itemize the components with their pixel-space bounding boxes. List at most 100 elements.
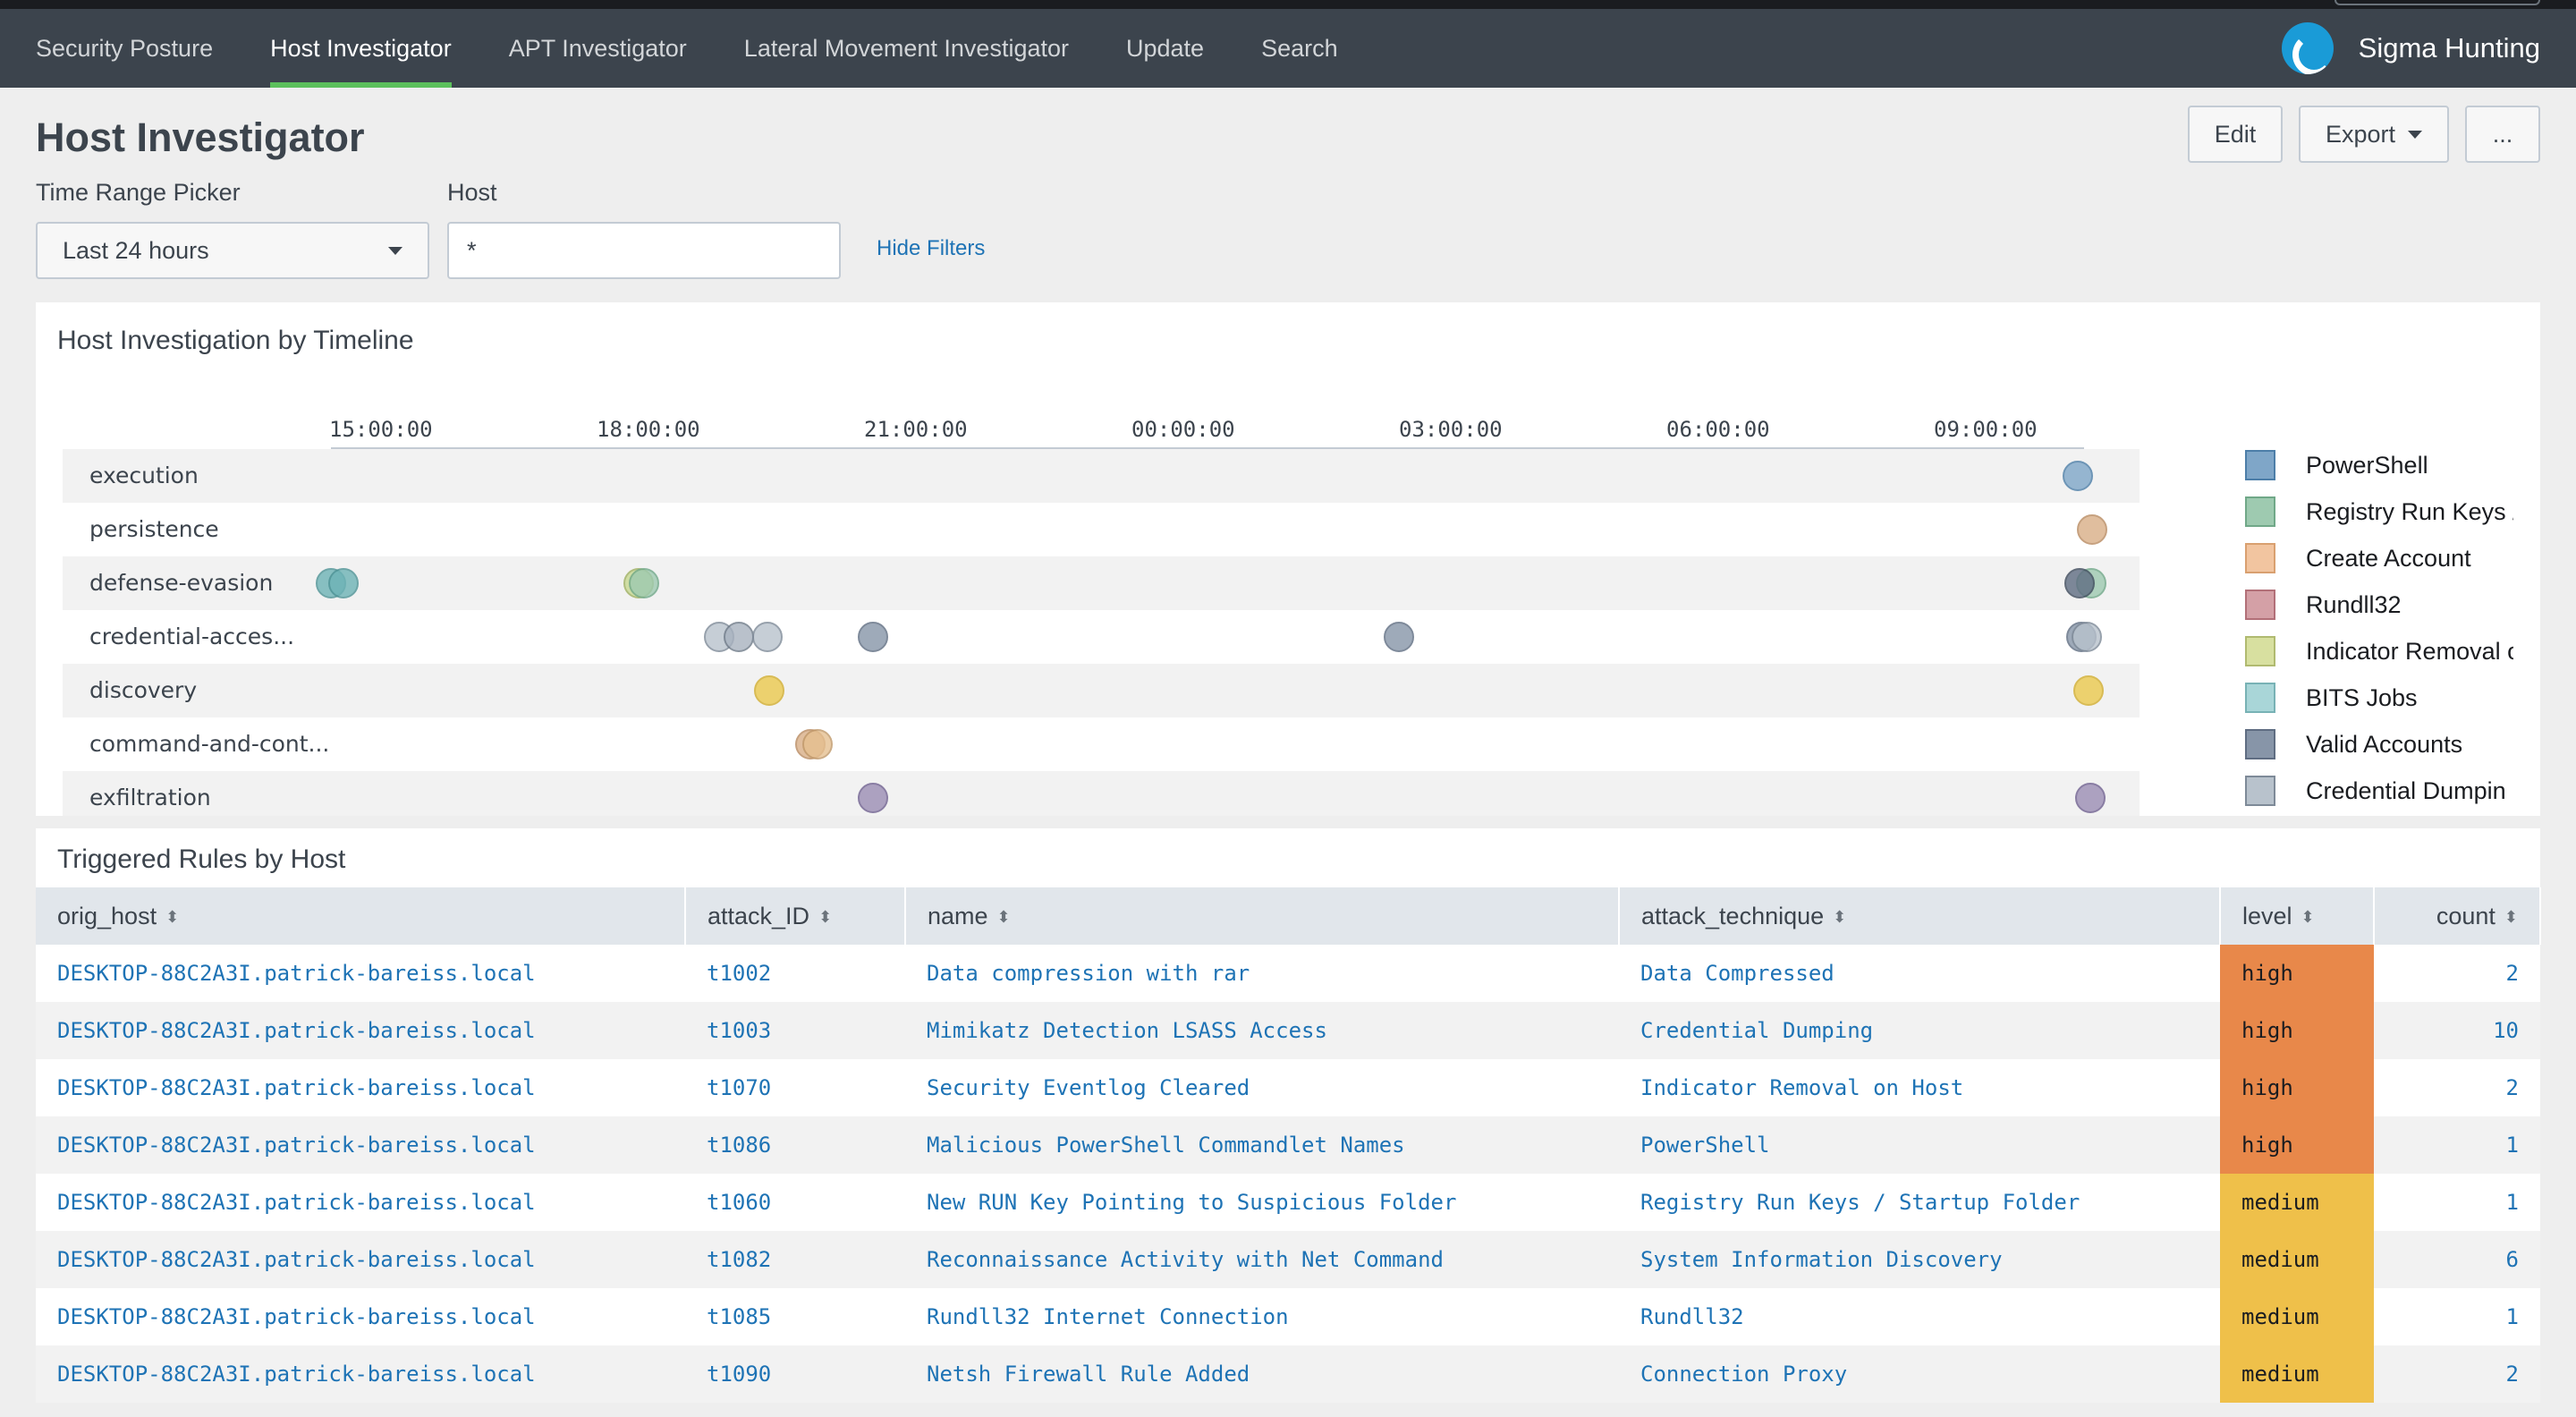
event-dot[interactable]: [2063, 461, 2093, 491]
column-header-attack-id[interactable]: attack_ID ⬍: [685, 887, 906, 945]
hide-filters-link[interactable]: Hide Filters: [877, 236, 985, 261]
cell-attack-technique[interactable]: Indicator Removal on Host: [1619, 1059, 2220, 1116]
cell-orig-host[interactable]: DESKTOP-88C2A3I.patrick-bareiss.local: [36, 945, 685, 1002]
cell-attack-id[interactable]: t1085: [685, 1288, 905, 1345]
column-header-attack-technique[interactable]: attack_technique ⬍: [1619, 887, 2221, 945]
cell-attack-technique[interactable]: Registry Run Keys / Startup Folder: [1619, 1174, 2220, 1231]
table-row: DESKTOP-88C2A3I.patrick-bareiss.local t1…: [36, 1059, 2540, 1116]
host-input[interactable]: *: [447, 222, 841, 279]
event-dot[interactable]: [2077, 514, 2107, 545]
cell-attack-technique[interactable]: System Information Discovery: [1619, 1231, 2220, 1288]
column-header-name[interactable]: name ⬍: [905, 887, 1620, 945]
legend-item-credential-dumping[interactable]: Credential Dumpin: [2245, 773, 2513, 809]
event-dot[interactable]: [858, 783, 888, 813]
cell-attack-id[interactable]: t1090: [685, 1345, 905, 1403]
cell-name[interactable]: Malicious PowerShell Commandlet Names: [905, 1116, 1619, 1174]
timeline-row-label: defense-evasion: [89, 570, 274, 596]
cell-level[interactable]: medium: [2220, 1345, 2374, 1403]
event-dot[interactable]: [328, 568, 359, 598]
cell-orig-host[interactable]: DESKTOP-88C2A3I.patrick-bareiss.local: [36, 1116, 685, 1174]
column-header-count[interactable]: count ⬍: [2374, 887, 2541, 945]
cell-name[interactable]: New RUN Key Pointing to Suspicious Folde…: [905, 1174, 1619, 1231]
event-dot[interactable]: [2072, 622, 2102, 652]
nav-search[interactable]: Search: [1233, 9, 1367, 88]
cell-attack-technique[interactable]: Data Compressed: [1619, 945, 2220, 1002]
cell-count[interactable]: 2: [2374, 1345, 2540, 1403]
cell-attack-technique[interactable]: Connection Proxy: [1619, 1345, 2220, 1403]
cell-orig-host[interactable]: DESKTOP-88C2A3I.patrick-bareiss.local: [36, 1345, 685, 1403]
timeline-row-persistence: persistence: [63, 503, 2140, 556]
column-header-level[interactable]: level ⬍: [2220, 887, 2375, 945]
more-actions-button[interactable]: ...: [2465, 106, 2540, 163]
legend-item-valid-accounts[interactable]: Valid Accounts: [2245, 726, 2513, 762]
cell-level[interactable]: medium: [2220, 1231, 2374, 1288]
cell-attack-technique[interactable]: Rundll32: [1619, 1288, 2220, 1345]
legend-item-create-account[interactable]: Create Account: [2245, 540, 2513, 576]
event-dot[interactable]: [802, 729, 833, 759]
cell-orig-host[interactable]: DESKTOP-88C2A3I.patrick-bareiss.local: [36, 1231, 685, 1288]
legend-item-bits-jobs[interactable]: BITS Jobs: [2245, 680, 2513, 716]
cell-level[interactable]: high: [2220, 1002, 2374, 1059]
legend-item-registry-run-keys[interactable]: Registry Run Keys /: [2245, 494, 2513, 530]
event-dot[interactable]: [2075, 783, 2106, 813]
cell-orig-host[interactable]: DESKTOP-88C2A3I.patrick-bareiss.local: [36, 1002, 685, 1059]
event-dot[interactable]: [752, 622, 783, 652]
legend-swatch: [2245, 729, 2275, 759]
cell-name[interactable]: Netsh Firewall Rule Added: [905, 1345, 1619, 1403]
table-row: DESKTOP-88C2A3I.patrick-bareiss.local t1…: [36, 945, 2540, 1002]
nav-security-posture[interactable]: Security Posture: [0, 9, 242, 88]
event-dot[interactable]: [629, 568, 659, 598]
cell-orig-host[interactable]: DESKTOP-88C2A3I.patrick-bareiss.local: [36, 1059, 685, 1116]
event-dot[interactable]: [754, 675, 784, 706]
cell-level[interactable]: medium: [2220, 1288, 2374, 1345]
cell-orig-host[interactable]: DESKTOP-88C2A3I.patrick-bareiss.local: [36, 1288, 685, 1345]
cell-name[interactable]: Rundll32 Internet Connection: [905, 1288, 1619, 1345]
legend-item-rundll32[interactable]: Rundll32: [2245, 587, 2513, 623]
cell-name[interactable]: Security Eventlog Cleared: [905, 1059, 1619, 1116]
cell-name[interactable]: Data compression with rar: [905, 945, 1619, 1002]
cell-attack-id[interactable]: t1003: [685, 1002, 905, 1059]
cell-count[interactable]: 1: [2374, 1288, 2540, 1345]
cell-count[interactable]: 1: [2374, 1174, 2540, 1231]
export-button[interactable]: Export: [2299, 106, 2449, 163]
cell-count[interactable]: 6: [2374, 1231, 2540, 1288]
cell-attack-id[interactable]: t1082: [685, 1231, 905, 1288]
legend-item-powershell[interactable]: PowerShell: [2245, 447, 2513, 483]
time-range-label: Time Range Picker: [36, 179, 241, 206]
cell-name[interactable]: Reconnaissance Activity with Net Command: [905, 1231, 1619, 1288]
event-dot[interactable]: [2064, 568, 2095, 598]
cell-attack-id[interactable]: t1086: [685, 1116, 905, 1174]
column-header-orig-host[interactable]: orig_host ⬍: [36, 887, 686, 945]
cell-count[interactable]: 10: [2374, 1002, 2540, 1059]
cell-attack-id[interactable]: t1002: [685, 945, 905, 1002]
cell-level[interactable]: medium: [2220, 1174, 2374, 1231]
legend-item-indicator-removal[interactable]: Indicator Removal o: [2245, 633, 2513, 669]
cell-count[interactable]: 2: [2374, 1059, 2540, 1116]
nav-update[interactable]: Update: [1097, 9, 1233, 88]
cell-level[interactable]: high: [2220, 1059, 2374, 1116]
cell-attack-technique[interactable]: Credential Dumping: [1619, 1002, 2220, 1059]
edit-button[interactable]: Edit: [2188, 106, 2283, 163]
cell-level[interactable]: high: [2220, 945, 2374, 1002]
top-corner-control[interactable]: [2334, 0, 2540, 5]
cell-attack-id[interactable]: t1060: [685, 1174, 905, 1231]
event-dot[interactable]: [1384, 622, 1414, 652]
event-dot[interactable]: [858, 622, 888, 652]
nav-host-investigator[interactable]: Host Investigator: [242, 9, 480, 88]
legend-label: PowerShell: [2306, 451, 2428, 479]
cell-name[interactable]: Mimikatz Detection LSASS Access: [905, 1002, 1619, 1059]
app-brand[interactable]: Sigma Hunting: [2281, 9, 2540, 88]
axis-tick-label: 15:00:00: [329, 417, 433, 442]
cell-count[interactable]: 1: [2374, 1116, 2540, 1174]
nav-lateral-movement-investigator[interactable]: Lateral Movement Investigator: [716, 9, 1097, 88]
cell-count[interactable]: 2: [2374, 945, 2540, 1002]
event-dot[interactable]: [724, 622, 754, 652]
nav-apt-investigator[interactable]: APT Investigator: [480, 9, 716, 88]
cell-attack-technique[interactable]: PowerShell: [1619, 1116, 2220, 1174]
event-dot[interactable]: [2073, 675, 2104, 706]
cell-level[interactable]: high: [2220, 1116, 2374, 1174]
axis-tick-label: 09:00:00: [1934, 417, 2038, 442]
time-range-picker[interactable]: Last 24 hours: [36, 222, 429, 279]
cell-orig-host[interactable]: DESKTOP-88C2A3I.patrick-bareiss.local: [36, 1174, 685, 1231]
cell-attack-id[interactable]: t1070: [685, 1059, 905, 1116]
